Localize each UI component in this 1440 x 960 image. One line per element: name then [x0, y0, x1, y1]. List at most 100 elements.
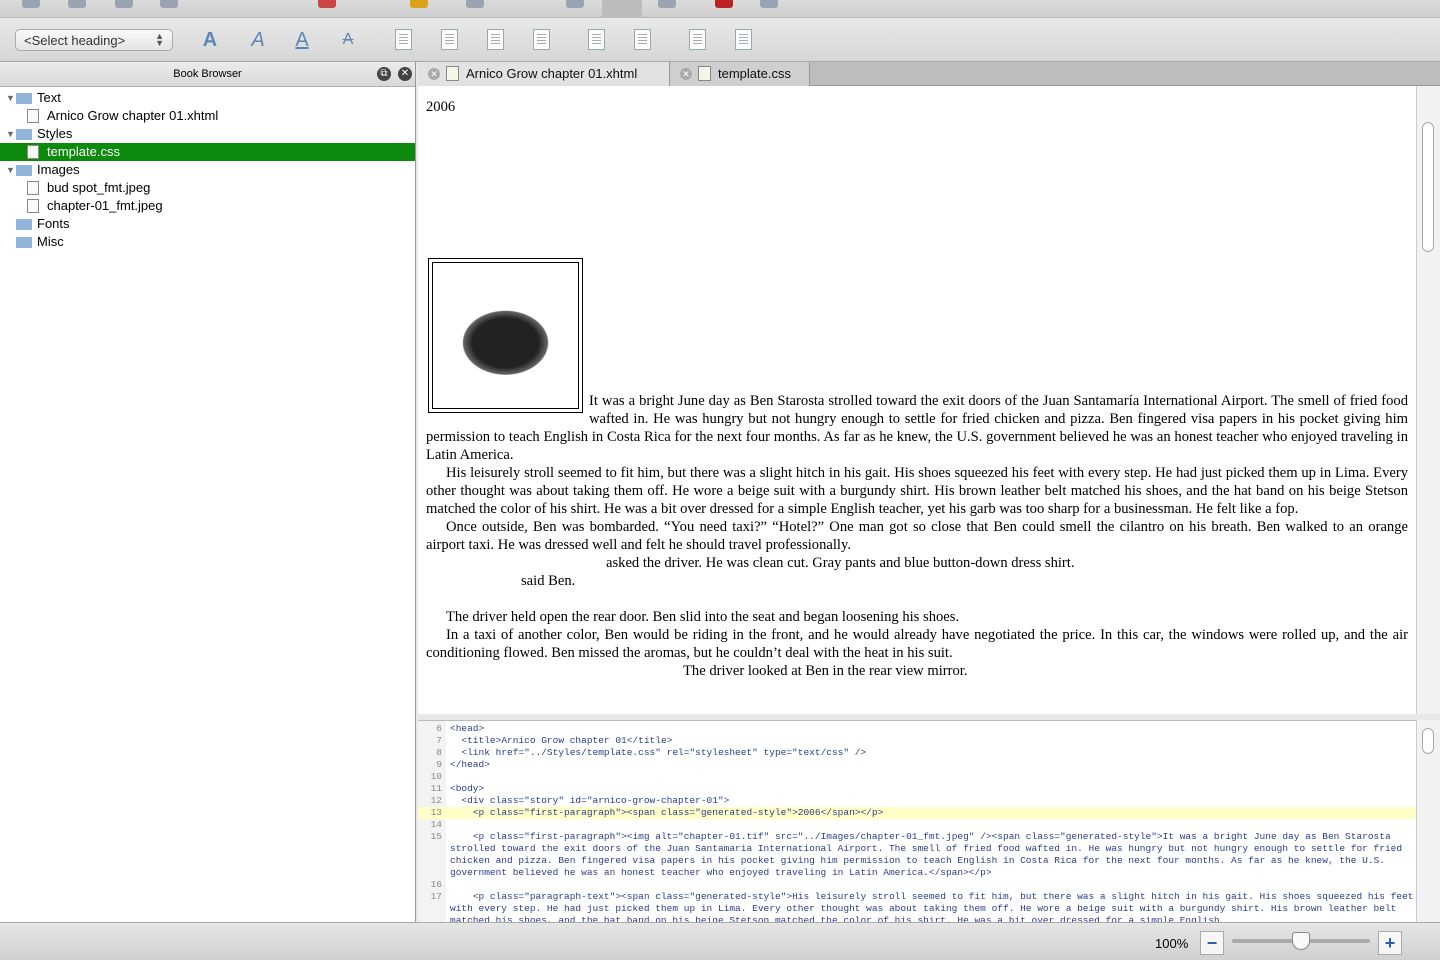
new-file-icon[interactable]	[22, 0, 40, 8]
heading-select-value: <Select heading>	[24, 33, 126, 48]
tree-file-xhtml[interactable]: Arnico Grow chapter 01.xhtml	[0, 107, 415, 125]
code-text: <title>Arnico Grow chapter 01</title>	[450, 735, 673, 746]
code-text: <head>	[450, 723, 485, 734]
scroll-thumb[interactable]	[1422, 728, 1434, 754]
folder-icon	[16, 93, 32, 104]
justify-icon[interactable]	[533, 29, 550, 50]
tree-folder-images[interactable]: ▼ Images	[0, 161, 415, 179]
code-text: <body>	[450, 783, 485, 794]
zoom-slider-handle[interactable]	[1292, 932, 1310, 950]
tree-label: chapter-01_fmt.jpeg	[47, 198, 163, 213]
tree-file-template-css[interactable]: template.css	[0, 143, 415, 161]
zoom-out-button[interactable]: −	[1200, 931, 1224, 955]
float-panel-icon[interactable]: ⧉	[377, 67, 391, 81]
numbered-list-icon[interactable]	[634, 29, 651, 50]
line-number: 8	[436, 747, 442, 758]
disclosure-open-icon[interactable]: ▼	[6, 89, 15, 107]
tree-file-chapter-01[interactable]: chapter-01_fmt.jpeg	[0, 197, 415, 215]
code-line: 6 <head>	[418, 723, 1416, 735]
code-line: 17 <p class="paragraph-text"><span class…	[418, 891, 1416, 922]
book-browser: Book Browser ⧉ ✕ ▼ Text Arnico Grow chapt…	[0, 62, 416, 922]
disclosure-open-icon[interactable]: ▼	[6, 125, 15, 143]
tree-label: template.css	[47, 144, 120, 159]
code-line: 12 <div class="story" id="arnico-grow-ch…	[418, 795, 1416, 807]
split-view-button[interactable]	[602, 0, 642, 18]
close-tab-icon[interactable]: ✕	[680, 68, 692, 80]
save-icon[interactable]	[115, 0, 133, 8]
code-line: 8 <link href="../Styles/template.css" re…	[418, 747, 1416, 759]
code-line: 14	[418, 819, 1416, 831]
tree-folder-misc[interactable]: Misc	[0, 233, 415, 251]
code-text: <p class="first-paragraph"><span class="…	[450, 807, 884, 818]
decrease-indent-icon[interactable]	[689, 29, 706, 50]
paragraph: His leisurely stroll seemed to fit him, …	[426, 465, 1408, 517]
tab-template-css[interactable]: ✕ template.css	[670, 62, 810, 86]
paragraph: The driver held open the rear door. Ben …	[446, 609, 960, 625]
code-line: 7 <title>Arnico Grow chapter 01</title>	[418, 735, 1416, 747]
editor-tabs: ✕ Arnico Grow chapter 01.xhtml ✕ template.…	[418, 62, 1440, 86]
code-text: <p class="paragraph-text"><span class="g…	[450, 891, 1414, 922]
open-icon[interactable]	[68, 0, 86, 8]
strikethrough-icon[interactable]: A	[336, 28, 360, 52]
line-number: 17	[430, 891, 442, 902]
italic-icon[interactable]: A	[246, 28, 270, 52]
align-center-icon[interactable]	[441, 29, 458, 50]
zoom-in-button[interactable]: +	[1378, 931, 1402, 955]
code-text: <div class="story" id="arnico-grow-chapt…	[450, 795, 730, 806]
line-number: 13	[430, 807, 442, 818]
line-number: 6	[436, 723, 442, 734]
heading-select[interactable]: <Select heading> ▲ ▼	[15, 29, 173, 51]
bold-icon[interactable]: A	[198, 28, 222, 52]
align-right-icon[interactable]	[487, 29, 504, 50]
code-view-icon[interactable]	[658, 0, 676, 8]
paragraph: Once outside, Ben was bombarded. “You ne…	[426, 519, 1408, 553]
metadata-icon[interactable]	[760, 0, 778, 8]
paragraph: In a taxi of another color, Ben would be…	[426, 627, 1408, 661]
folder-icon	[16, 237, 32, 248]
scroll-thumb[interactable]	[1422, 122, 1434, 252]
css-file-icon	[27, 145, 39, 159]
tree-file-bud-spot[interactable]: bud spot_fmt.jpeg	[0, 179, 415, 197]
paragraph: asked the driver. He was clean cut. Gray…	[606, 555, 1075, 571]
tree-folder-styles[interactable]: ▼ Styles	[0, 125, 415, 143]
align-left-icon[interactable]	[395, 29, 412, 50]
tab-chapter-01[interactable]: ✕ Arnico Grow chapter 01.xhtml	[418, 62, 670, 86]
book-view-icon[interactable]	[566, 0, 584, 8]
paragraph: The driver looked at Ben in the rear vie…	[683, 663, 968, 679]
code-line: 16	[418, 879, 1416, 891]
image-file-icon	[27, 181, 39, 195]
image-file-icon	[27, 199, 39, 213]
paste-icon[interactable]	[410, 0, 428, 8]
book-view[interactable]: 2006 It was a bright June day as Ben Sta…	[418, 86, 1416, 714]
bullet-list-icon[interactable]	[588, 29, 605, 50]
close-tab-icon[interactable]: ✕	[428, 68, 440, 80]
line-number: 14	[430, 819, 442, 830]
xhtml-file-icon	[446, 66, 459, 81]
tree-folder-text[interactable]: ▼ Text	[0, 89, 415, 107]
code-view[interactable]: 6 <head> 7 <title>Arnico Grow chapter 01</…	[418, 720, 1416, 922]
code-text: <p class="first-paragraph"><img alt="cha…	[450, 831, 1408, 878]
css-file-icon	[698, 66, 711, 81]
find-icon[interactable]	[466, 0, 484, 8]
increase-indent-icon[interactable]	[735, 29, 752, 50]
file-tree: ▼ Text Arnico Grow chapter 01.xhtml ▼ Styl…	[0, 87, 415, 251]
zoom-level: 100%	[1155, 936, 1189, 951]
chapter-image	[428, 258, 583, 413]
tree-folder-fonts[interactable]: Fonts	[0, 215, 415, 233]
status-bar: 100% − +	[0, 922, 1440, 960]
save-as-icon[interactable]	[160, 0, 178, 8]
spellcheck-icon[interactable]	[715, 0, 733, 8]
underline-icon[interactable]: A	[290, 28, 314, 52]
line-number: 12	[430, 795, 442, 806]
book-view-scrollbar[interactable]	[1416, 86, 1440, 714]
code-view-scrollbar[interactable]	[1416, 720, 1440, 922]
year-paragraph: 2006	[426, 99, 456, 115]
main-toolbar	[0, 0, 1440, 18]
code-line: 10	[418, 771, 1416, 783]
cut-icon[interactable]	[318, 0, 336, 8]
close-panel-icon[interactable]: ✕	[398, 67, 412, 81]
disclosure-open-icon[interactable]: ▼	[6, 161, 15, 179]
